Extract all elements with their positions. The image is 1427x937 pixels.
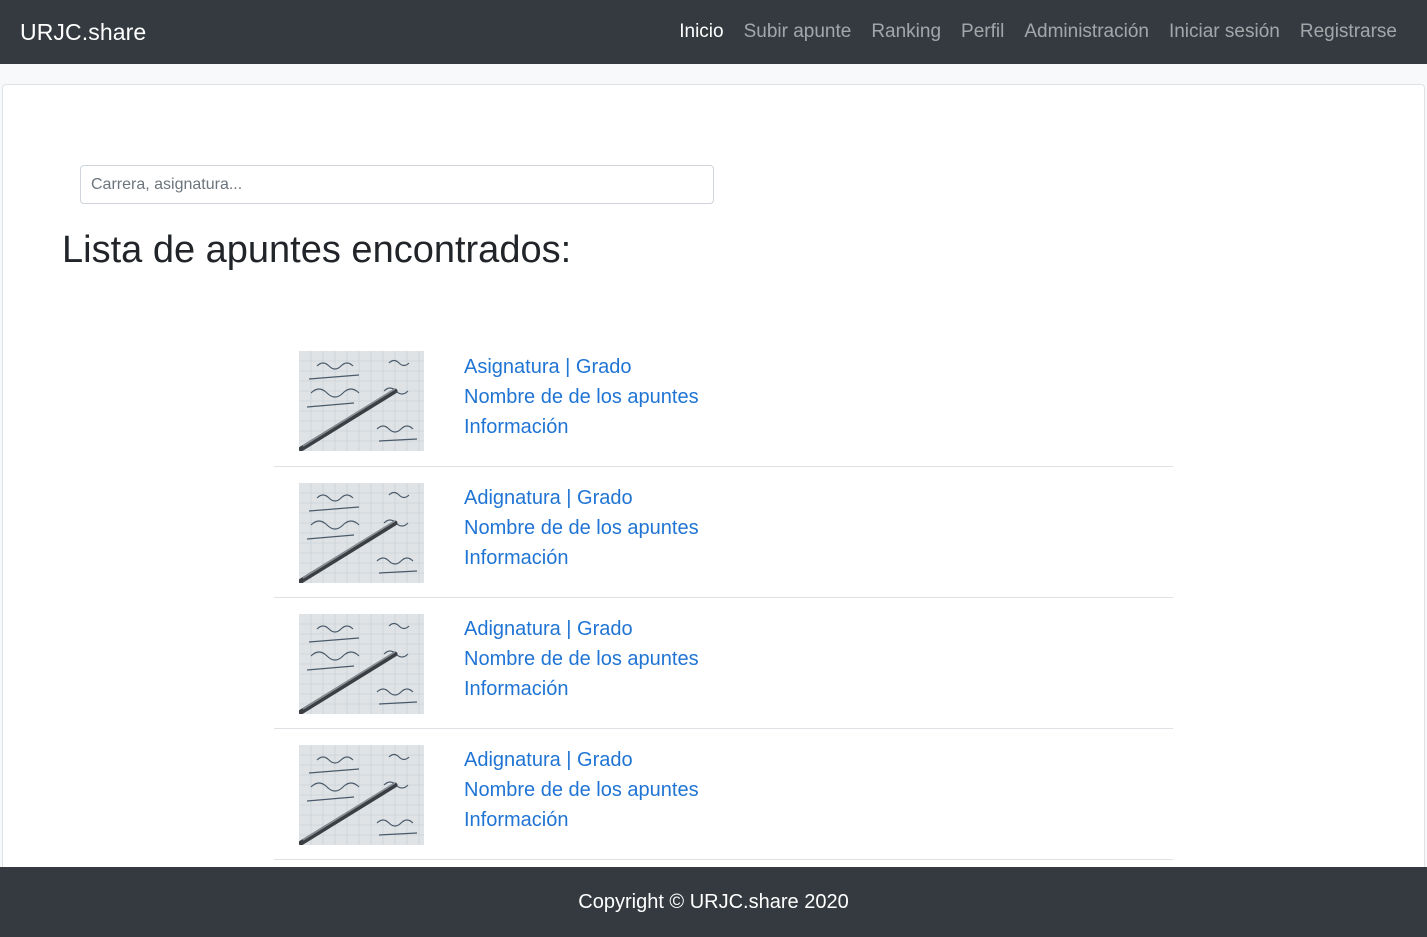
note-image (299, 614, 424, 714)
nav-link-subir-apunte[interactable]: Subir apunte (744, 21, 852, 43)
note-image (299, 745, 424, 845)
note-thumbnail[interactable] (299, 614, 424, 714)
nav-links: Inicio Subir apunte Ranking Perfil Admin… (679, 21, 1397, 43)
search-input[interactable] (80, 165, 714, 204)
note-thumbnail[interactable] (299, 745, 424, 845)
copyright-text: Copyright © URJC.share 2020 (578, 890, 849, 913)
nav-link-ranking[interactable]: Ranking (871, 21, 941, 43)
nav-link-iniciar-sesion[interactable]: Iniciar sesión (1169, 21, 1280, 43)
note-thumbnail[interactable] (299, 351, 424, 451)
note-image (299, 483, 424, 583)
note-info: Adignatura | Grado Nombre de de los apun… (464, 614, 699, 704)
note-name-link[interactable]: Nombre de de los apuntes (464, 644, 699, 674)
note-name-link[interactable]: Nombre de de los apuntes (464, 775, 699, 805)
note-info-link[interactable]: Información (464, 674, 699, 704)
nav-link-administracion[interactable]: Administración (1024, 21, 1149, 43)
navbar: URJC.share Inicio Subir apunte Ranking P… (0, 0, 1427, 64)
note-info-link[interactable]: Información (464, 412, 699, 442)
note-subject-link[interactable]: Adignatura | Grado (464, 614, 699, 644)
page-title: Lista de apuntes encontrados: (62, 229, 572, 271)
nav-link-registrarse[interactable]: Registrarse (1300, 21, 1397, 43)
note-subject-link[interactable]: Adignatura | Grado (464, 483, 699, 513)
note-info-link[interactable]: Información (464, 805, 699, 835)
list-item: Asignatura | Grado Nombre de de los apun… (274, 336, 1173, 467)
note-info: Adignatura | Grado Nombre de de los apun… (464, 745, 699, 835)
note-info: Adignatura | Grado Nombre de de los apun… (464, 483, 699, 573)
note-info-link[interactable]: Información (464, 543, 699, 573)
nav-link-inicio[interactable]: Inicio (679, 21, 723, 43)
notes-list: Asignatura | Grado Nombre de de los apun… (274, 336, 1173, 860)
note-image (299, 351, 424, 451)
note-thumbnail[interactable] (299, 483, 424, 583)
list-item: Adignatura | Grado Nombre de de los apun… (274, 729, 1173, 860)
note-subject-link[interactable]: Adignatura | Grado (464, 745, 699, 775)
note-name-link[interactable]: Nombre de de los apuntes (464, 513, 699, 543)
list-item: Adignatura | Grado Nombre de de los apun… (274, 598, 1173, 729)
note-info: Asignatura | Grado Nombre de de los apun… (464, 352, 699, 442)
note-subject-link[interactable]: Asignatura | Grado (464, 352, 699, 382)
footer: Copyright © URJC.share 2020 (0, 867, 1427, 937)
brand-link[interactable]: URJC.share (20, 19, 146, 46)
list-item: Adignatura | Grado Nombre de de los apun… (274, 467, 1173, 598)
note-name-link[interactable]: Nombre de de los apuntes (464, 382, 699, 412)
nav-link-perfil[interactable]: Perfil (961, 21, 1004, 43)
